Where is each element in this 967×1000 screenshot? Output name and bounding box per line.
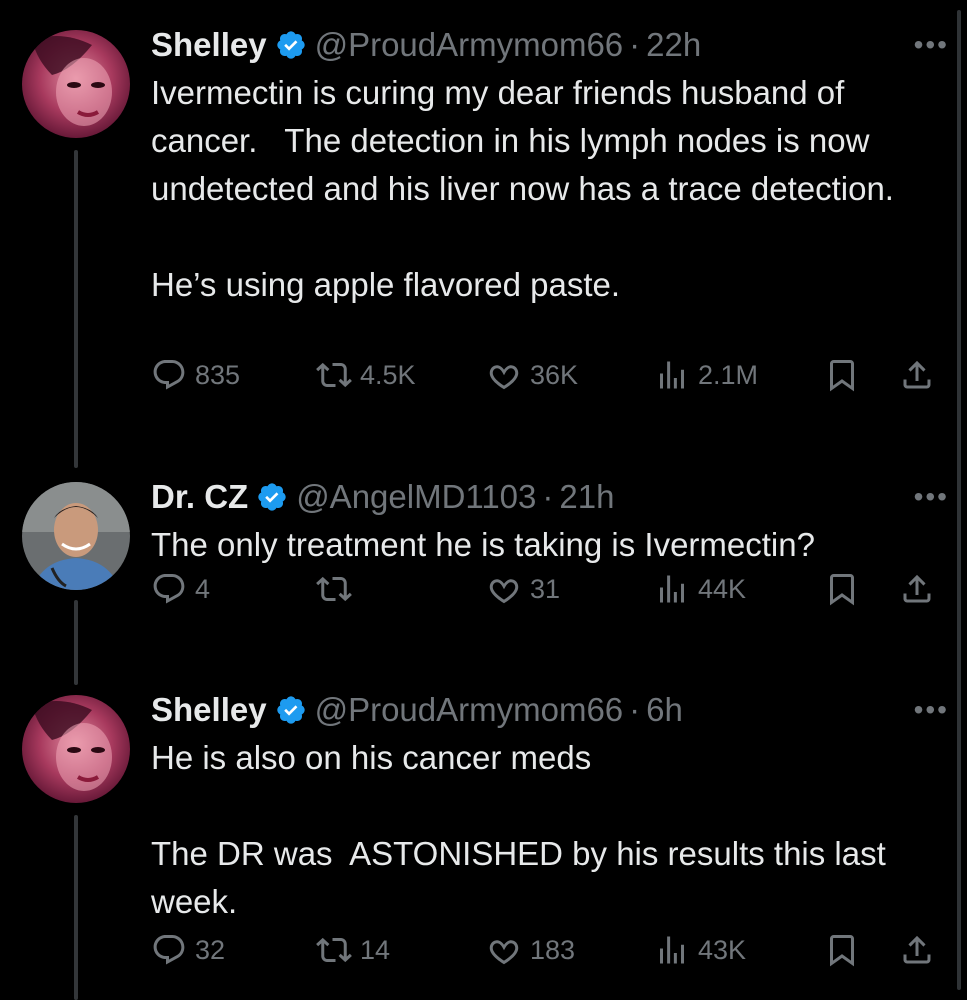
like-count: 36K xyxy=(530,359,579,390)
share-button[interactable] xyxy=(899,932,935,968)
tweet-text: He is also on his cancer meds The DR was… xyxy=(151,739,886,920)
timestamp[interactable]: 21h xyxy=(559,478,614,516)
retweet-button[interactable]: 14 xyxy=(316,932,390,968)
tweet-header: Shelley @ProudArmymom66 · 6h xyxy=(151,690,949,730)
reply-icon xyxy=(153,935,185,965)
bookmark-icon xyxy=(830,935,854,967)
tweet[interactable]: Shelley @ProudArmymom66 · 6h ••• He is a… xyxy=(151,690,949,967)
handle[interactable]: @AngelMD1103 xyxy=(296,478,536,516)
separator: · xyxy=(629,26,641,63)
like-button[interactable]: 31 xyxy=(486,571,560,607)
bookmark-icon xyxy=(830,360,854,392)
like-button[interactable]: 36K xyxy=(486,357,578,393)
handle[interactable]: @ProudArmymom66 xyxy=(315,26,624,64)
tweet[interactable]: Dr. CZ @AngelMD1103 · 21h ••• The only t… xyxy=(151,477,949,606)
reply-button[interactable]: 4 xyxy=(151,571,210,607)
display-name[interactable]: Shelley xyxy=(151,26,267,64)
views-button[interactable]: 44K xyxy=(654,571,746,607)
tweet[interactable]: Shelley @ProudArmymom66 · 22h ••• Iverme… xyxy=(151,25,949,392)
tweet-header: Dr. CZ @AngelMD1103 · 21h xyxy=(151,477,949,517)
views-icon xyxy=(660,936,684,964)
retweet-count: 4.5K xyxy=(360,359,416,390)
handle[interactable]: @ProudArmymom66 xyxy=(315,691,624,729)
share-button[interactable] xyxy=(899,571,935,607)
views-count: 44K xyxy=(698,573,747,604)
reply-count: 32 xyxy=(195,934,226,965)
display-name[interactable]: Dr. CZ xyxy=(151,478,248,516)
retweet-icon xyxy=(316,576,352,602)
like-count: 183 xyxy=(530,934,576,965)
tweet-text: Ivermectin is curing my dear friends hus… xyxy=(151,74,894,303)
views-count: 43K xyxy=(698,934,747,965)
separator: · xyxy=(542,478,554,515)
reply-count: 4 xyxy=(195,573,211,604)
bookmark-button[interactable] xyxy=(824,932,860,968)
share-icon xyxy=(903,574,931,603)
like-icon xyxy=(489,579,519,604)
views-button[interactable]: 43K xyxy=(654,932,746,968)
like-button[interactable]: 183 xyxy=(486,932,575,968)
retweet-icon xyxy=(316,937,352,963)
verified-badge-icon xyxy=(276,31,305,59)
views-icon xyxy=(660,575,684,603)
reply-count: 835 xyxy=(195,359,241,390)
thread-line xyxy=(74,815,78,1000)
thread-line xyxy=(74,600,78,685)
share-icon xyxy=(903,360,931,389)
avatar[interactable] xyxy=(22,30,130,138)
display-name[interactable]: Shelley xyxy=(151,691,267,729)
retweet-count: 14 xyxy=(360,934,391,965)
tweet-header: Shelley @ProudArmymom66 · 22h xyxy=(151,25,949,65)
timestamp[interactable]: 6h xyxy=(646,691,683,729)
bookmark-icon xyxy=(830,574,854,606)
retweet-button[interactable]: 4.5K xyxy=(316,357,416,393)
bookmark-button[interactable] xyxy=(824,571,860,607)
bookmark-button[interactable] xyxy=(824,357,860,393)
separator: · xyxy=(629,691,641,728)
more-icon[interactable]: ••• xyxy=(914,481,949,513)
tweet-text: The only treatment he is taking is Iverm… xyxy=(151,526,815,563)
views-count: 2.1M xyxy=(698,359,759,390)
like-icon xyxy=(489,940,519,965)
share-icon xyxy=(903,935,931,964)
thread-line xyxy=(74,150,78,468)
timestamp[interactable]: 22h xyxy=(646,26,701,64)
reply-button[interactable]: 32 xyxy=(151,932,225,968)
verified-badge-icon xyxy=(276,696,305,724)
like-icon xyxy=(489,365,519,390)
views-icon xyxy=(660,361,684,389)
share-button[interactable] xyxy=(899,357,935,393)
more-icon[interactable]: ••• xyxy=(914,29,949,61)
scrollbar[interactable] xyxy=(957,10,961,990)
reply-icon xyxy=(153,574,185,604)
reply-button[interactable]: 835 xyxy=(151,357,240,393)
retweet-button[interactable] xyxy=(316,571,360,607)
verified-badge-icon xyxy=(258,483,286,511)
like-count: 31 xyxy=(530,573,561,604)
avatar[interactable] xyxy=(22,482,130,590)
reply-icon xyxy=(153,360,185,390)
avatar[interactable] xyxy=(22,695,130,803)
views-button[interactable]: 2.1M xyxy=(654,357,758,393)
retweet-icon xyxy=(316,362,352,388)
more-icon[interactable]: ••• xyxy=(914,694,949,726)
